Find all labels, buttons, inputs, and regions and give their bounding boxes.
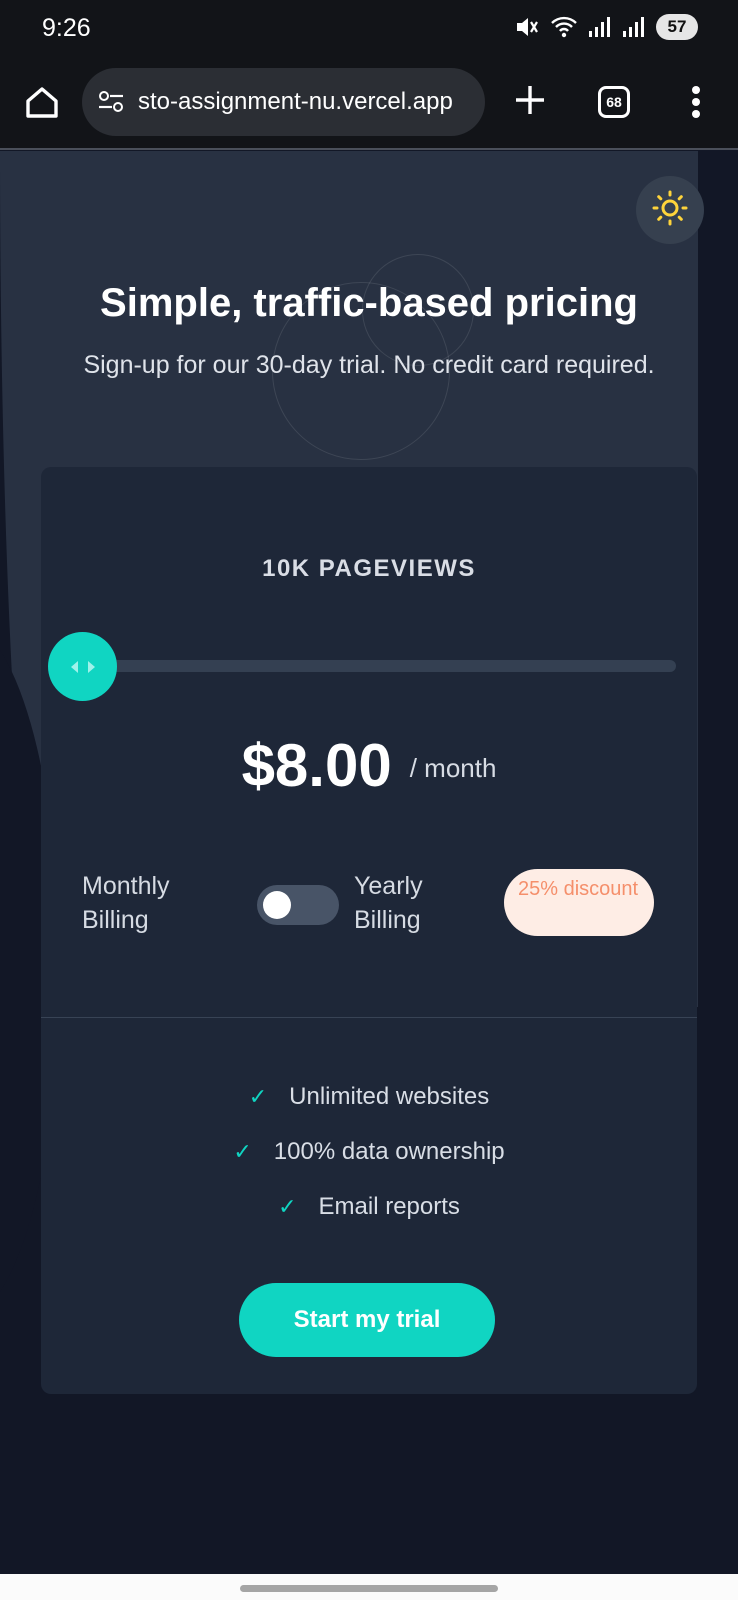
battery-icon: 57 (656, 14, 698, 40)
feature-item: ✓ 100% data ownership (41, 1124, 697, 1179)
check-icon: ✓ (248, 1083, 268, 1109)
price-row: $8.00 / month (41, 731, 697, 800)
feature-label: Email reports (318, 1192, 460, 1220)
feature-item: ✓ Email reports (41, 1179, 697, 1234)
billing-toggle-knob (263, 891, 291, 919)
browser-toolbar: sto-assignment-nu.vercel.app 68 (0, 58, 738, 150)
more-vert-icon[interactable] (686, 82, 706, 122)
billing-toggle[interactable] (257, 885, 339, 925)
page-title: Simple, traffic-based pricing (100, 281, 638, 325)
price-amount: $8.00 (241, 732, 392, 799)
page-subtitle: Sign-up for our 30-day trial. No credit … (83, 351, 655, 379)
url-text[interactable]: sto-assignment-nu.vercel.app (138, 88, 453, 116)
discount-badge: 25% discount (504, 869, 654, 936)
yearly-billing-label: Yearly Billing (354, 872, 423, 934)
wifi-icon (550, 15, 578, 39)
feature-item: ✓ Unlimited websites (41, 1069, 697, 1124)
pricing-card: 10K PAGEVIEWS $8.00 / month Monthly Bill… (41, 467, 697, 1394)
mute-icon (514, 14, 540, 40)
signal-icon (622, 15, 646, 39)
monthly-billing-label: Monthly Billing (82, 872, 170, 934)
theme-toggle-button[interactable] (636, 176, 704, 244)
feature-list: ✓ Unlimited websites ✓ 100% data ownersh… (41, 1069, 697, 1234)
pageviews-slider-track[interactable] (96, 660, 676, 672)
tabs-button[interactable]: 68 (598, 86, 630, 118)
status-bar: 9:26 57 (0, 0, 738, 58)
signal-icon (588, 15, 612, 39)
feature-label: Unlimited websites (289, 1082, 490, 1110)
plus-icon[interactable] (512, 82, 548, 118)
address-bar[interactable]: sto-assignment-nu.vercel.app (82, 68, 485, 136)
card-divider (41, 1017, 697, 1018)
check-icon: ✓ (233, 1138, 252, 1164)
sun-icon (652, 190, 688, 231)
home-indicator[interactable] (240, 1585, 498, 1592)
system-nav-bar (0, 1574, 738, 1600)
home-icon[interactable] (22, 82, 62, 122)
status-icons: 57 (514, 14, 698, 40)
phone-screen: 9:26 57 sto-assignment-nu.vercel.app 68 … (0, 0, 738, 1600)
slider-arrows-icon (69, 660, 97, 674)
feature-label: 100% data ownership (273, 1137, 505, 1165)
price-period: / month (409, 753, 497, 783)
check-icon: ✓ (278, 1193, 297, 1219)
pricing-page: Simple, traffic-based pricing Sign-up fo… (0, 151, 738, 1574)
pageviews-slider-thumb[interactable] (48, 632, 117, 701)
status-time: 9:26 (42, 14, 91, 42)
start-trial-button[interactable]: Start my trial (239, 1283, 495, 1357)
pageviews-label: 10K PAGEVIEWS (262, 555, 476, 582)
site-settings-icon[interactable] (96, 87, 126, 117)
